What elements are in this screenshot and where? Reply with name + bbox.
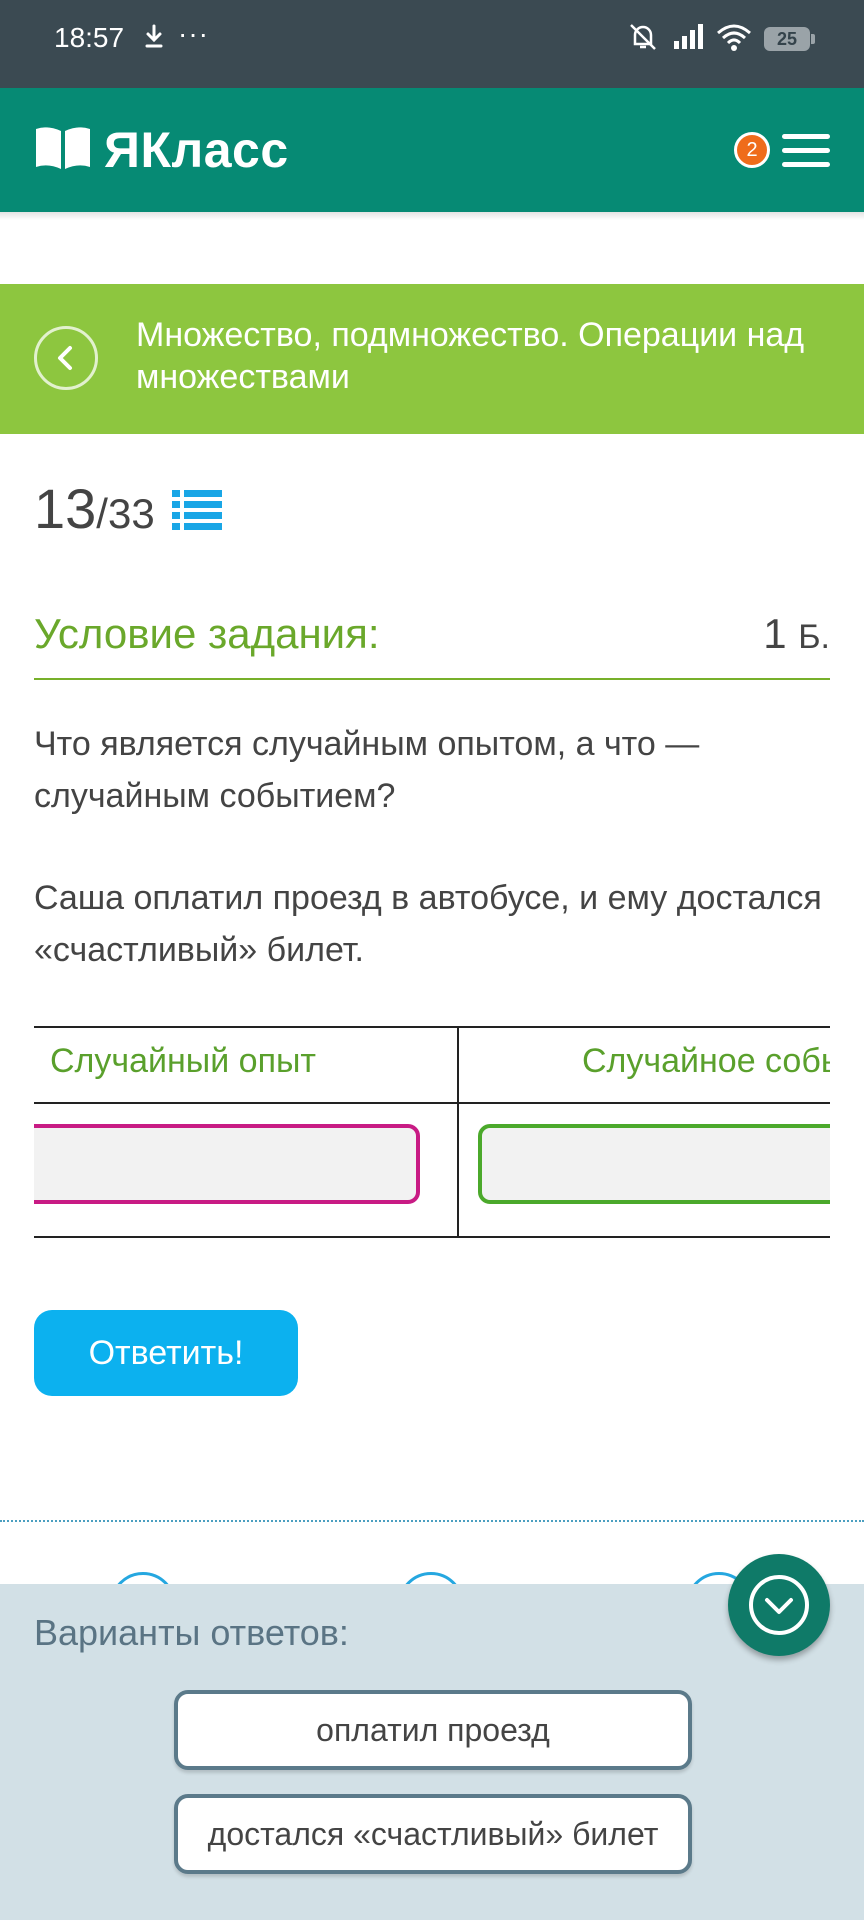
points-unit: Б.: [798, 618, 830, 656]
column-divider: [457, 1028, 459, 1236]
wifi-icon: [716, 23, 752, 56]
collapse-panel-button[interactable]: [728, 1554, 830, 1656]
counter-separator: /: [96, 490, 108, 537]
section-divider: [0, 1520, 864, 1522]
answer-option-2[interactable]: достался «счастливый» билет: [174, 1794, 692, 1874]
column-header-experiment: Случайный опыт: [50, 1042, 316, 1080]
total-tasks: 33: [107, 490, 155, 537]
status-bar: 18:57 ··· 25: [0, 0, 864, 88]
bell-muted-icon: [626, 20, 660, 59]
status-time: 18:57: [54, 22, 125, 53]
back-button[interactable]: [34, 326, 98, 390]
task-list-icon[interactable]: [172, 488, 222, 532]
download-icon: [142, 22, 166, 52]
dropzone-experiment[interactable]: [34, 1124, 420, 1204]
task-counter: 13 / 33: [34, 476, 155, 546]
topic-title: Множество, подмножество. Операции над мн…: [136, 316, 805, 396]
menu-button[interactable]: 2: [734, 128, 830, 172]
chevron-left-icon: [58, 346, 72, 370]
submit-answer-button[interactable]: Ответить!: [34, 1310, 298, 1396]
points-number: 1: [763, 610, 787, 657]
row-divider: [34, 1102, 830, 1104]
book-icon: [34, 125, 92, 176]
answer-table: Случайный опыт Случайное собы: [34, 1026, 830, 1238]
signal-icon: [672, 23, 704, 56]
answer-options-panel: Варианты ответов: оплатил проезд досталс…: [0, 1584, 864, 1920]
condition-label: Условие задания:: [34, 610, 380, 657]
column-header-event: Случайное собы: [582, 1042, 830, 1080]
brand-name: ЯКласс: [104, 122, 289, 178]
header-divider: [0, 212, 864, 220]
points-value: 1 Б.: [763, 610, 830, 658]
chevron-down-icon: [749, 1575, 809, 1635]
battery-icon: 25: [764, 27, 815, 51]
app-header: ЯКласс 2: [0, 88, 864, 212]
current-task-number: 13: [34, 477, 97, 540]
options-label: Варианты ответов:: [34, 1612, 349, 1653]
question-text: Что является случайным опытом, а что — с…: [34, 725, 700, 815]
more-notifications-icon: ···: [178, 18, 209, 49]
brand-logo[interactable]: ЯКласс: [34, 122, 289, 178]
hamburger-icon: [782, 134, 830, 176]
scenario-text: Саша оплатил проезд в автобусе, и ему до…: [34, 879, 822, 969]
answer-option-1[interactable]: оплатил проезд: [174, 1690, 692, 1770]
dropzone-event[interactable]: [478, 1124, 830, 1204]
topic-banner: Множество, подмножество. Операции над мн…: [0, 284, 864, 434]
condition-header: Условие задания: 1 Б.: [34, 608, 830, 680]
notification-badge: 2: [734, 132, 770, 168]
